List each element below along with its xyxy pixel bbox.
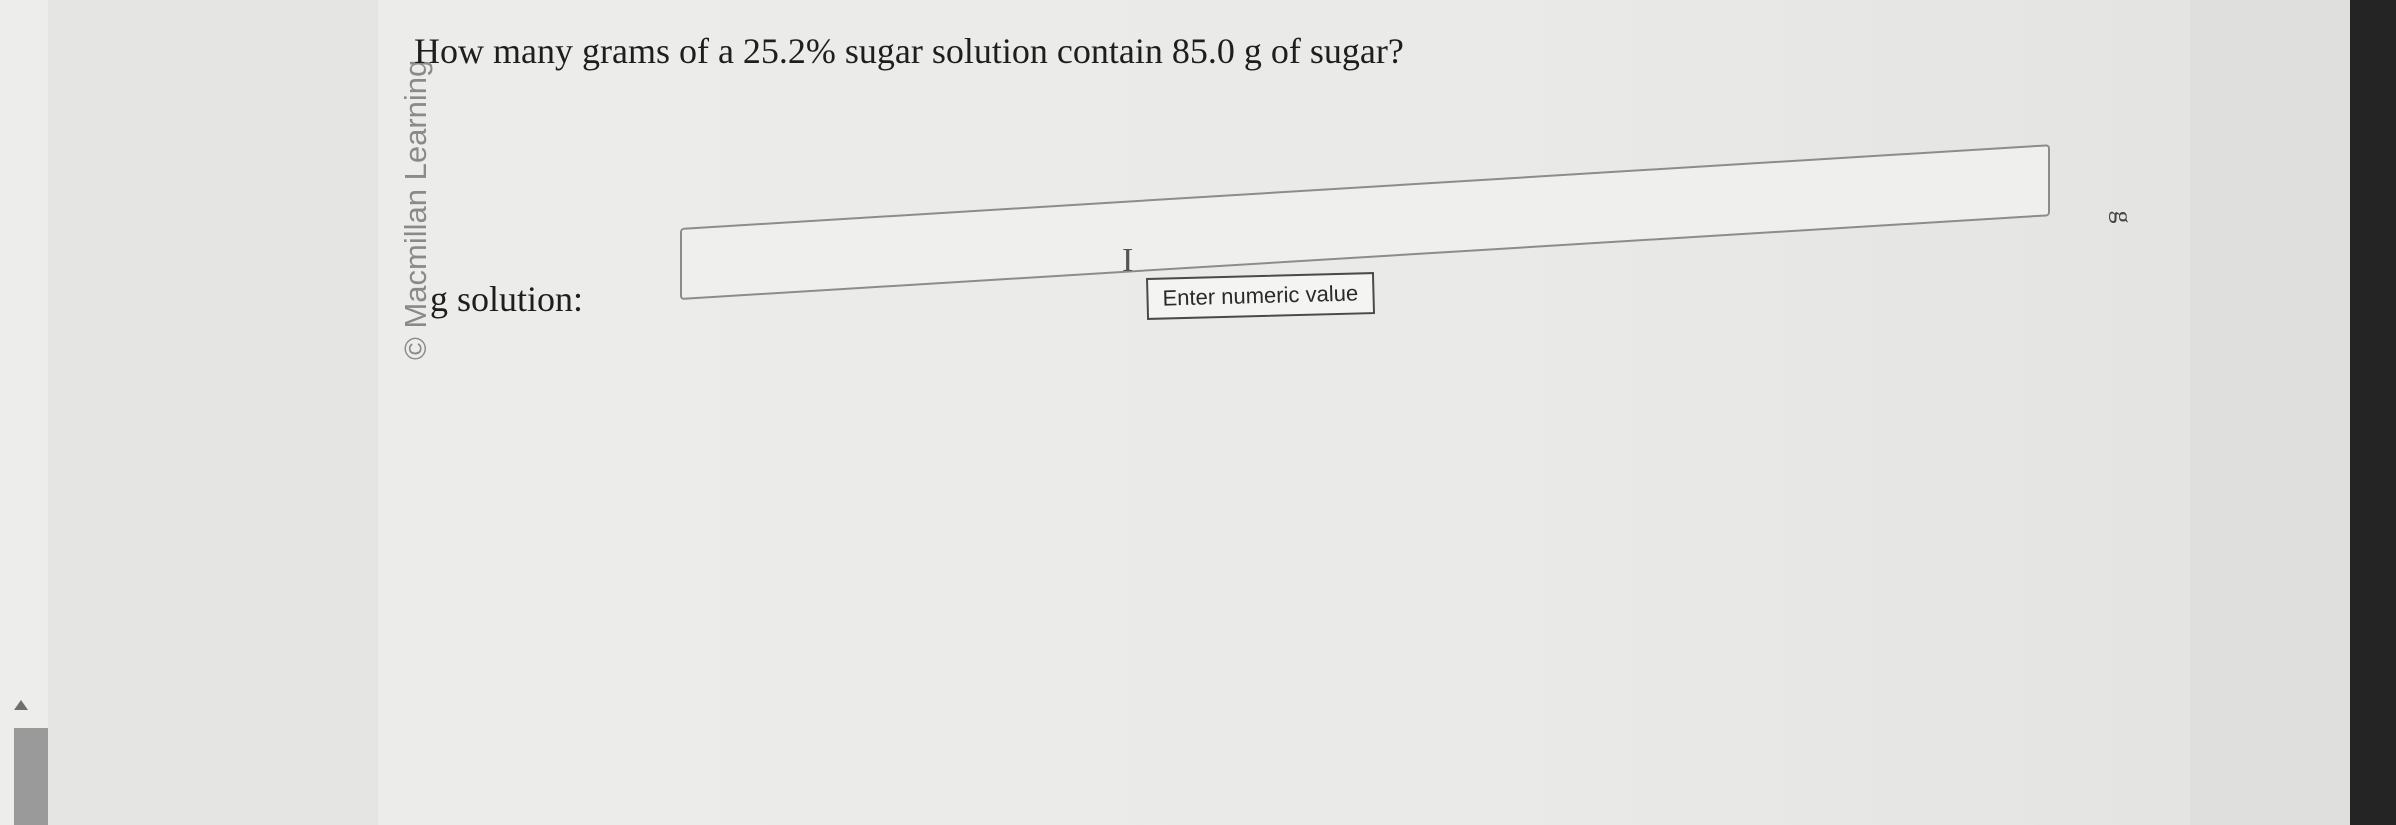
screen: © Macmillan Learning How many grams of a… <box>0 0 2396 825</box>
answer-label: g solution: <box>430 279 584 319</box>
scroll-up-arrow-icon[interactable] <box>14 700 28 710</box>
input-tooltip: Enter numeric value <box>1146 272 1375 320</box>
question-panel <box>378 0 2190 825</box>
right-panel <box>2190 0 2350 825</box>
unit-label: g <box>2108 210 2138 224</box>
screen-edge <box>2350 0 2396 825</box>
outer-panel <box>48 0 378 825</box>
question-text: How many grams of a 25.2% sugar solution… <box>414 31 1404 71</box>
scrollbar-thumb[interactable] <box>14 728 48 825</box>
text-cursor-icon: I <box>1122 242 1134 279</box>
copyright-watermark: © Macmillan Learning <box>398 59 433 360</box>
